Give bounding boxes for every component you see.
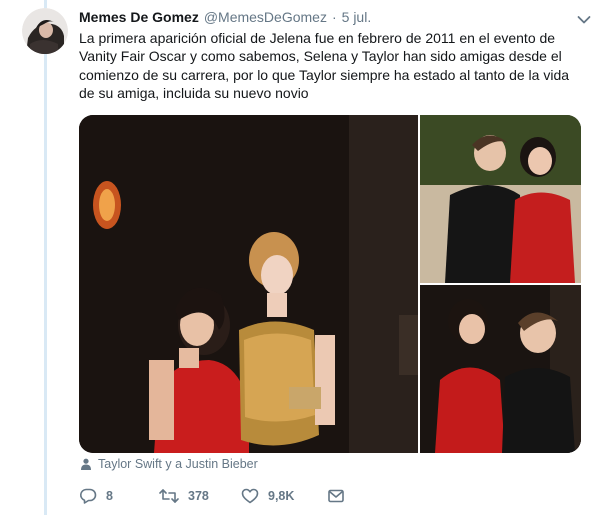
heart-icon xyxy=(241,488,259,504)
message-icon xyxy=(328,489,344,503)
tweet-actions: 8 378 9,8K xyxy=(79,486,345,506)
author-name[interactable]: Memes De Gomez xyxy=(79,9,199,25)
thread-line xyxy=(44,0,47,515)
reply-icon xyxy=(80,488,97,504)
media-grid xyxy=(79,115,581,453)
tweet-text: La primera aparición oficial de Jelena f… xyxy=(79,30,570,102)
tagged-people[interactable]: Taylor Swift y a Justin Bieber xyxy=(80,457,258,471)
tagged-people-text: Taylor Swift y a Justin Bieber xyxy=(98,457,258,471)
message-button[interactable] xyxy=(327,487,345,505)
separator-dot: · xyxy=(331,9,337,25)
retweet-icon xyxy=(159,489,179,503)
reply-button[interactable]: 8 xyxy=(79,487,159,505)
author-handle[interactable]: @MemesDeGomez xyxy=(204,9,327,25)
photo-bottom-right[interactable] xyxy=(420,285,581,453)
chevron-down-icon[interactable] xyxy=(577,12,591,24)
reply-count: 8 xyxy=(106,489,113,503)
photo-top-right[interactable] xyxy=(420,115,581,283)
like-count: 9,8K xyxy=(268,489,295,503)
photo-main[interactable] xyxy=(79,115,418,453)
person-icon xyxy=(81,458,91,470)
tweet-timestamp[interactable]: 5 jul. xyxy=(342,9,372,25)
like-button[interactable]: 9,8K xyxy=(241,487,327,505)
retweet-button[interactable]: 378 xyxy=(159,487,241,505)
avatar[interactable] xyxy=(22,8,68,54)
retweet-count: 378 xyxy=(188,489,209,503)
tweet-header: Memes De Gomez @MemesDeGomez · 5 jul. xyxy=(79,9,579,29)
